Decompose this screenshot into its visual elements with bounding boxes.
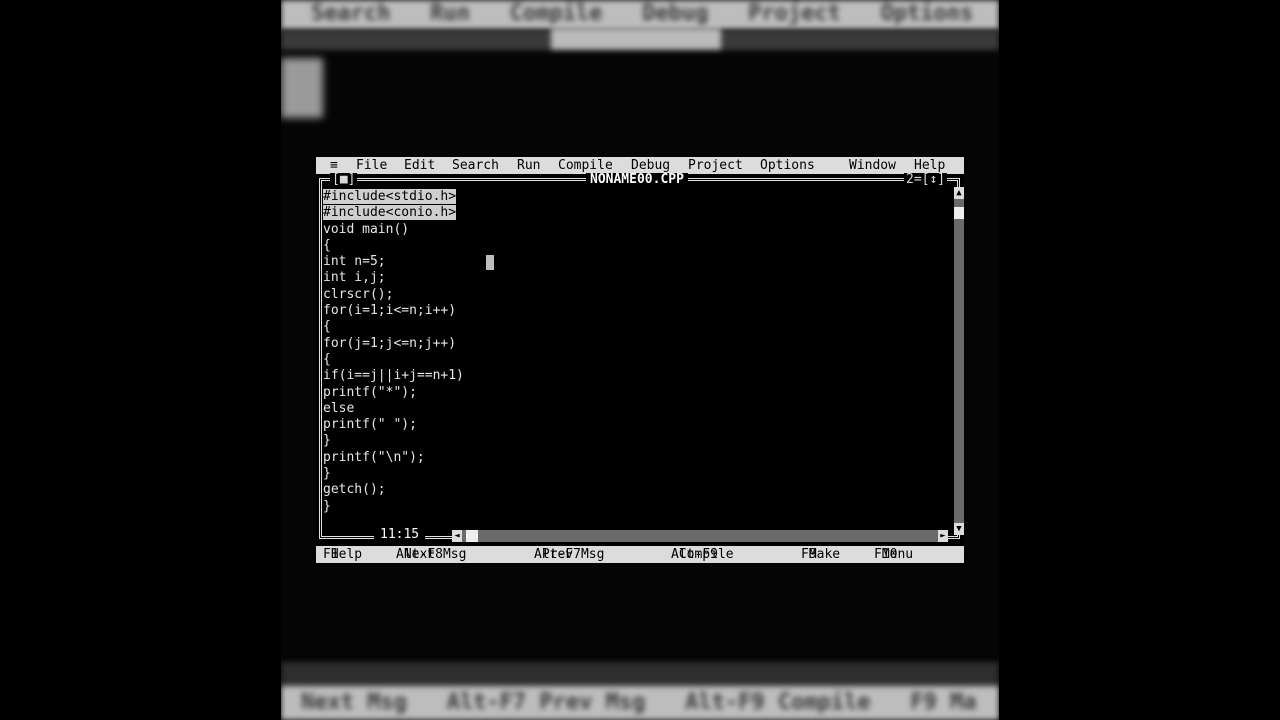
menu-edit[interactable]: Edit (404, 157, 435, 174)
horizontal-scroll-thumb[interactable] (466, 530, 478, 542)
code-line: } (323, 466, 331, 482)
hotkey-f1[interactable]: F1 Help (323, 546, 362, 563)
code-line: #include<conio.h> (323, 205, 457, 221)
background-menubar: Search Run Compile Debug Project Options (281, 0, 999, 30)
code-line: int n=5; (323, 254, 386, 270)
code-line: else (323, 400, 355, 416)
background-status-text: Next Msg Alt-F7 Prev Msg Alt-F9 Compile … (281, 686, 999, 720)
hotkey-alt-f8[interactable]: Alt-F8 Next Msg (396, 546, 466, 563)
menu-search[interactable]: Search (452, 157, 499, 174)
vertical-scrollbar[interactable]: ▲ ▼ (954, 187, 964, 535)
code-line: } (323, 433, 331, 449)
hotkey-bar: F1 Help Alt-F8 Next Msg Alt-F7 Prev Msg … (316, 546, 964, 563)
horizontal-scrollbar[interactable]: ◄ ► (452, 530, 948, 542)
hotkey-f9[interactable]: F9 Make (801, 546, 840, 563)
turbo-cpp-ide: ≡ File Edit Search Run Compile Debug Pro… (316, 157, 964, 563)
code-line: #include<stdio.h> (323, 189, 457, 204)
window-zoom-icon[interactable]: 2=[↕] (904, 173, 948, 187)
menu-window[interactable]: Window (849, 157, 896, 174)
code-line: { (323, 351, 331, 367)
background-statusbar: Next Msg Alt-F7 Prev Msg Alt-F9 Compile … (281, 662, 999, 720)
code-line: { (323, 319, 331, 335)
window-close-icon[interactable]: [■] (330, 173, 358, 187)
scroll-left-icon[interactable]: ◄ (452, 530, 462, 542)
window-title: NONAME00.CPP (586, 173, 688, 187)
scroll-up-icon[interactable]: ▲ (954, 187, 964, 199)
code-line: } (323, 498, 331, 514)
code-line: int i,j; (323, 270, 386, 286)
editor-title-bar: [■] NONAME00.CPP 2=[↕] (316, 173, 964, 187)
cursor-position: 11:15 (374, 528, 426, 542)
hotkey-f10[interactable]: F10 Menu (874, 546, 913, 563)
scroll-right-icon[interactable]: ► (938, 530, 948, 542)
code-line: printf(" "); (323, 417, 417, 433)
text-cursor (486, 255, 494, 270)
code-line: void main() (323, 221, 410, 237)
hotkey-alt-f9[interactable]: Alt-F9 Compile (671, 546, 734, 563)
menu-file[interactable]: File (356, 157, 387, 174)
menu-options[interactable]: Options (760, 157, 815, 174)
hotkey-alt-f7[interactable]: Alt-F7 Prev Msg (534, 546, 604, 563)
code-line: { (323, 237, 331, 253)
vertical-scroll-thumb[interactable] (954, 207, 964, 219)
code-editor[interactable]: #include<stdio.h> #include<conio.h> void… (323, 189, 943, 515)
code-line: printf("*"); (323, 384, 417, 400)
background-titlebar (281, 28, 999, 50)
code-line: for(i=1;i<=n;i++) (323, 303, 457, 319)
code-line: if(i==j||i+j==n+1) (323, 368, 464, 384)
background-side-block (281, 58, 323, 118)
code-line: clrscr(); (323, 286, 394, 302)
menu-project[interactable]: Project (688, 157, 743, 174)
code-line: printf("\n"); (323, 449, 425, 465)
menu-run[interactable]: Run (517, 157, 540, 174)
code-line: for(j=1;j<=n;j++) (323, 335, 457, 351)
code-line: getch(); (323, 482, 386, 498)
